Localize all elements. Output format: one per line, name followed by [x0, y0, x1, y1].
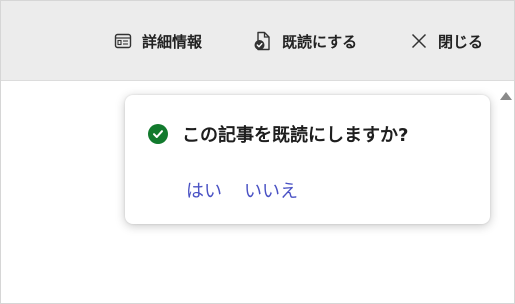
popup-header: この記事を既読にしますか? [148, 121, 408, 147]
close-button-label: 閉じる [438, 32, 484, 51]
toolbar: 詳細情報 既読にする 閉じる [1, 1, 514, 81]
scroll-up-arrow-icon[interactable] [500, 92, 512, 100]
check-circle-icon [148, 124, 168, 144]
mark-read-button[interactable]: 既読にする [253, 27, 357, 55]
yes-link[interactable]: はい [186, 177, 222, 203]
details-icon [113, 31, 133, 51]
close-icon [409, 31, 429, 51]
mark-read-button-label: 既読にする [282, 32, 358, 51]
document-check-icon [253, 31, 273, 51]
confirm-mark-read-popup: この記事を既読にしますか? はい いいえ [125, 95, 490, 224]
details-button[interactable]: 詳細情報 [113, 27, 202, 55]
close-button[interactable]: 閉じる [409, 27, 483, 55]
scrollbar[interactable] [496, 81, 514, 303]
no-link[interactable]: いいえ [244, 177, 298, 203]
popup-actions: はい いいえ [186, 177, 298, 203]
window-frame: 詳細情報 既読にする 閉じる この記事を既読にしますか? はい いいえ [0, 0, 515, 304]
details-button-label: 詳細情報 [142, 32, 203, 51]
popup-message: この記事を既読にしますか? [182, 125, 409, 146]
